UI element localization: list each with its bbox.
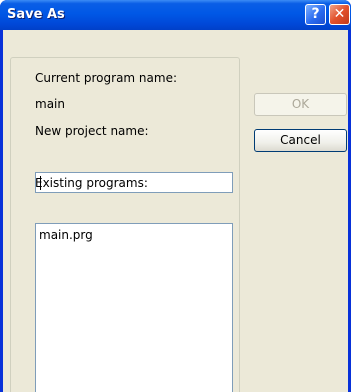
existing-programs-label: Existing programs:	[35, 176, 148, 190]
dialog-body: Current program name: main New project n…	[3, 30, 348, 392]
window-title: Save As	[7, 7, 65, 22]
title-bar[interactable]: Save As ? ✕	[0, 0, 351, 30]
cancel-button[interactable]: Cancel	[254, 129, 347, 152]
close-icon: ✕	[333, 6, 346, 22]
help-icon: ?	[311, 6, 320, 22]
close-button[interactable]: ✕	[329, 4, 350, 25]
save-as-dialog: Save As ? ✕ Current program name: main N…	[0, 0, 351, 392]
ok-button[interactable]: OK	[254, 93, 347, 116]
list-item[interactable]: main.prg	[39, 228, 93, 242]
current-program-label: Current program name:	[35, 71, 177, 85]
current-program-value: main	[35, 97, 65, 111]
help-button[interactable]: ?	[305, 4, 326, 25]
existing-programs-list[interactable]: main.prg	[35, 223, 233, 392]
new-project-label: New project name:	[35, 124, 149, 138]
